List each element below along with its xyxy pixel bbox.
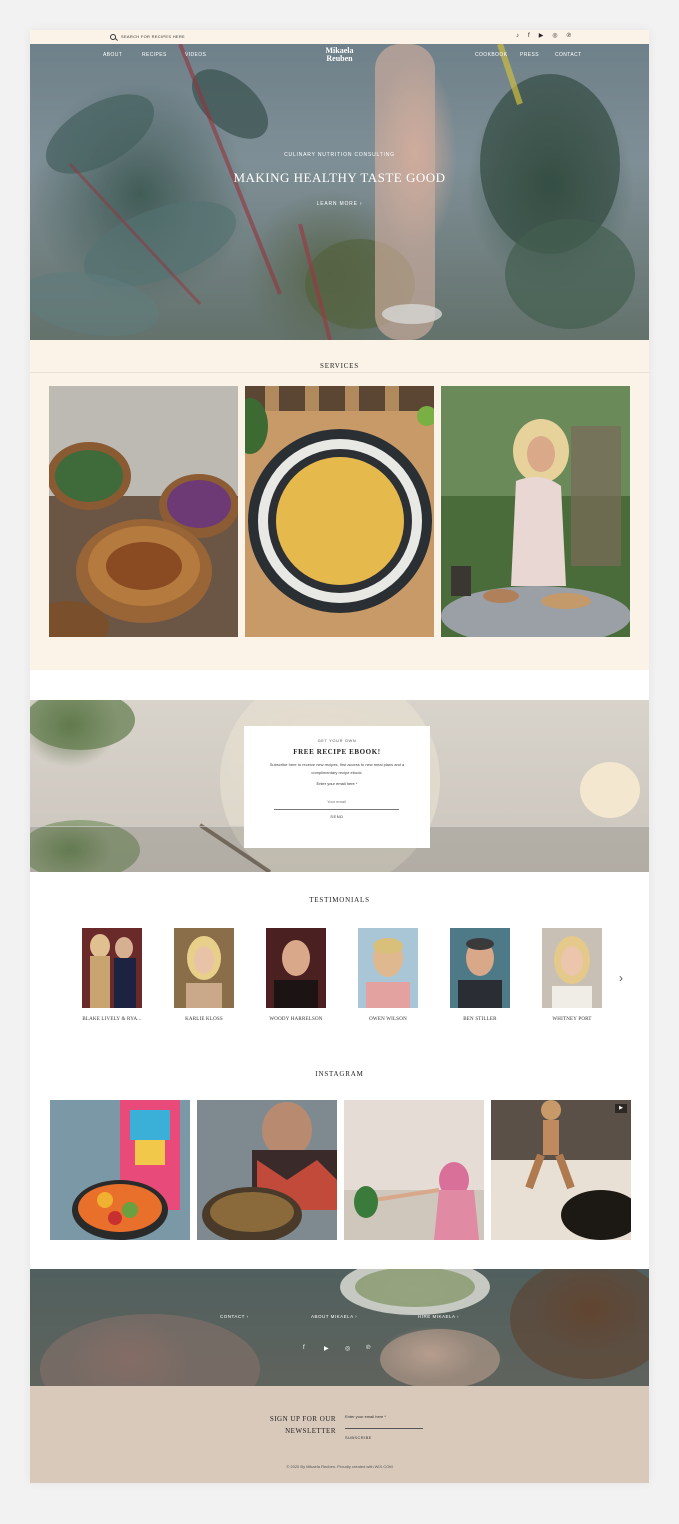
top-bar: SEARCH FOR RECIPES HERE ♪ f ▶ ◎ ℗	[30, 30, 649, 44]
testimonial-card[interactable]: BLAKE LIVELY & RYA...	[82, 928, 142, 1022]
testimonial-name: WHITNEY PORT	[552, 1017, 592, 1022]
footer-background-image	[30, 1269, 649, 1386]
services-divider	[30, 372, 649, 373]
service-image-portrait[interactable]	[441, 386, 630, 637]
ebook-email-label: Enter your email here *	[316, 781, 358, 786]
testimonial-name: OWEN WILSON	[369, 1017, 407, 1022]
testimonial-photo	[358, 928, 418, 1008]
hero-title: MAKING HEALTHY TASTE GOOD	[233, 170, 446, 185]
testimonial-card[interactable]: BEN STILLER	[450, 928, 510, 1022]
ebook-signup-card: GET YOUR OWN FREE RECIPE EBOOK! Subscrib…	[244, 726, 430, 848]
nav-press[interactable]: PRESS	[520, 52, 539, 58]
top-social-links: ♪ f ▶ ◎ ℗	[516, 33, 571, 40]
copyright-text: © 2020 By Mikaela Reuben. Proudly create…	[286, 1464, 393, 1469]
pinterest-icon[interactable]: ℗	[567, 33, 571, 40]
testimonial-photo	[174, 928, 234, 1008]
testimonial-name: KARLIE KLOSS	[185, 1017, 223, 1022]
footer-contact-link[interactable]: CONTACT ›	[220, 1314, 249, 1319]
website-page: SEARCH FOR RECIPES HERE ♪ f ▶ ◎ ℗ ABOUT …	[30, 30, 649, 1483]
instagram-post[interactable]	[50, 1100, 190, 1240]
hero-banner: ABOUT RECIPES VIDEOS Mikaela Reuben COOK…	[30, 44, 649, 340]
testimonial-photo	[266, 928, 326, 1008]
newsletter-input-underline	[345, 1428, 423, 1429]
testimonial-card[interactable]: OWEN WILSON	[358, 928, 418, 1022]
footer-image-band: CONTACT › ABOUT MIKAELA › HIRE MIKAELA ›…	[30, 1269, 649, 1386]
instagram-icon[interactable]: ◎	[552, 33, 557, 40]
ebook-kicker: GET YOUR OWN	[317, 738, 357, 743]
nav-cookbook[interactable]: COOKBOOK	[475, 52, 507, 58]
footer-instagram-icon[interactable]: ◎	[345, 1345, 350, 1352]
testimonial-photo	[82, 928, 142, 1008]
testimonials-title: TESTIMONIALS	[309, 896, 370, 904]
instagram-feed: ▶	[50, 1100, 632, 1240]
instagram-post[interactable]	[197, 1100, 337, 1240]
facebook-icon[interactable]: f	[528, 33, 530, 40]
ebook-send-button[interactable]: SEND	[244, 814, 430, 819]
ebook-email-input[interactable]	[274, 794, 399, 810]
testimonial-card[interactable]: WHITNEY PORT	[542, 928, 602, 1022]
service-image-bowls[interactable]	[49, 386, 238, 637]
nav-contact[interactable]: CONTACT	[555, 52, 582, 58]
learn-more-link[interactable]: LEARN MORE ›	[30, 201, 649, 207]
testimonials-carousel: BLAKE LIVELY & RYA... KARLIE KLOSS WOODY…	[82, 928, 622, 1028]
testimonial-name: WOODY HARRELSON	[269, 1017, 323, 1022]
hero-background-image	[30, 44, 649, 340]
main-navigation: ABOUT RECIPES VIDEOS Mikaela Reuben COOK…	[30, 47, 649, 72]
ebook-description: Subscribe here to receive new recipes, f…	[269, 762, 405, 775]
footer-about-link[interactable]: ABOUT MIKAELA ›	[311, 1314, 357, 1319]
testimonial-card[interactable]: KARLIE KLOSS	[174, 928, 234, 1022]
testimonial-name: BEN STILLER	[463, 1017, 497, 1022]
footer-hire-link[interactable]: HIRE MIKAELA ›	[418, 1314, 459, 1319]
ebook-signup-banner: GET YOUR OWN FREE RECIPE EBOOK! Subscrib…	[30, 700, 649, 872]
search-icon[interactable]	[110, 34, 116, 40]
search-input[interactable]: SEARCH FOR RECIPES HERE	[121, 34, 185, 39]
footer-pinterest-icon[interactable]: ℗	[366, 1345, 370, 1351]
testimonial-name: BLAKE LIVELY & RYA...	[82, 1017, 142, 1022]
services-section: SERVICES	[30, 340, 649, 670]
service-image-soup[interactable]	[245, 386, 434, 637]
newsletter-section: SIGN UP FOR OUR NEWSLETTER Enter your em…	[30, 1386, 649, 1483]
footer-facebook-icon[interactable]: f	[303, 1345, 305, 1351]
newsletter-email-input[interactable]: Enter your email here *	[345, 1414, 386, 1419]
newsletter-heading-line-2: NEWSLETTER	[285, 1427, 336, 1435]
ebook-title: FREE RECIPE EBOOK!	[293, 748, 381, 756]
hero-kicker: CULINARY NUTRITION CONSULTING	[284, 152, 395, 158]
testimonial-photo	[542, 928, 602, 1008]
youtube-icon[interactable]: ▶	[539, 33, 544, 40]
instagram-post[interactable]: ▶	[491, 1100, 631, 1240]
subscribe-button[interactable]: SUBSCRIBE	[345, 1435, 372, 1440]
testimonial-card[interactable]: WOODY HARRELSON	[266, 928, 326, 1022]
newsletter-heading-line-1: SIGN UP FOR OUR	[269, 1415, 336, 1423]
services-title: SERVICES	[320, 362, 359, 370]
newsletter-heading: SIGN UP FOR OUR NEWSLETTER	[266, 1413, 336, 1437]
tiktok-icon[interactable]: ♪	[516, 33, 519, 40]
instagram-post[interactable]	[344, 1100, 484, 1240]
instagram-title: INSTAGRAM	[315, 1070, 364, 1078]
footer-youtube-icon[interactable]: ▶	[324, 1345, 329, 1352]
video-icon: ▶	[615, 1104, 627, 1113]
chevron-right-icon[interactable]: ›	[619, 972, 629, 986]
testimonial-photo	[450, 928, 510, 1008]
